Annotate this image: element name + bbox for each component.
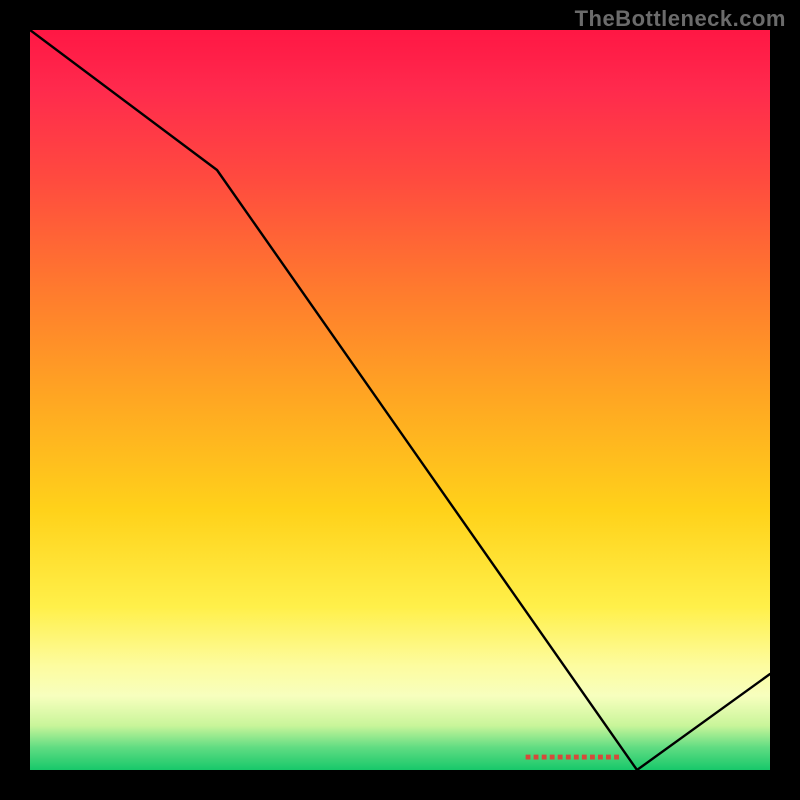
optimum-marker: ■■■■■■■■■■■■ [525,752,621,763]
chart-frame: TheBottleneck.com ■■■■■■■■■■■■ [0,0,800,800]
bottleneck-curve [30,30,770,770]
watermark-text: TheBottleneck.com [575,6,786,32]
plot-area: ■■■■■■■■■■■■ [30,30,770,770]
